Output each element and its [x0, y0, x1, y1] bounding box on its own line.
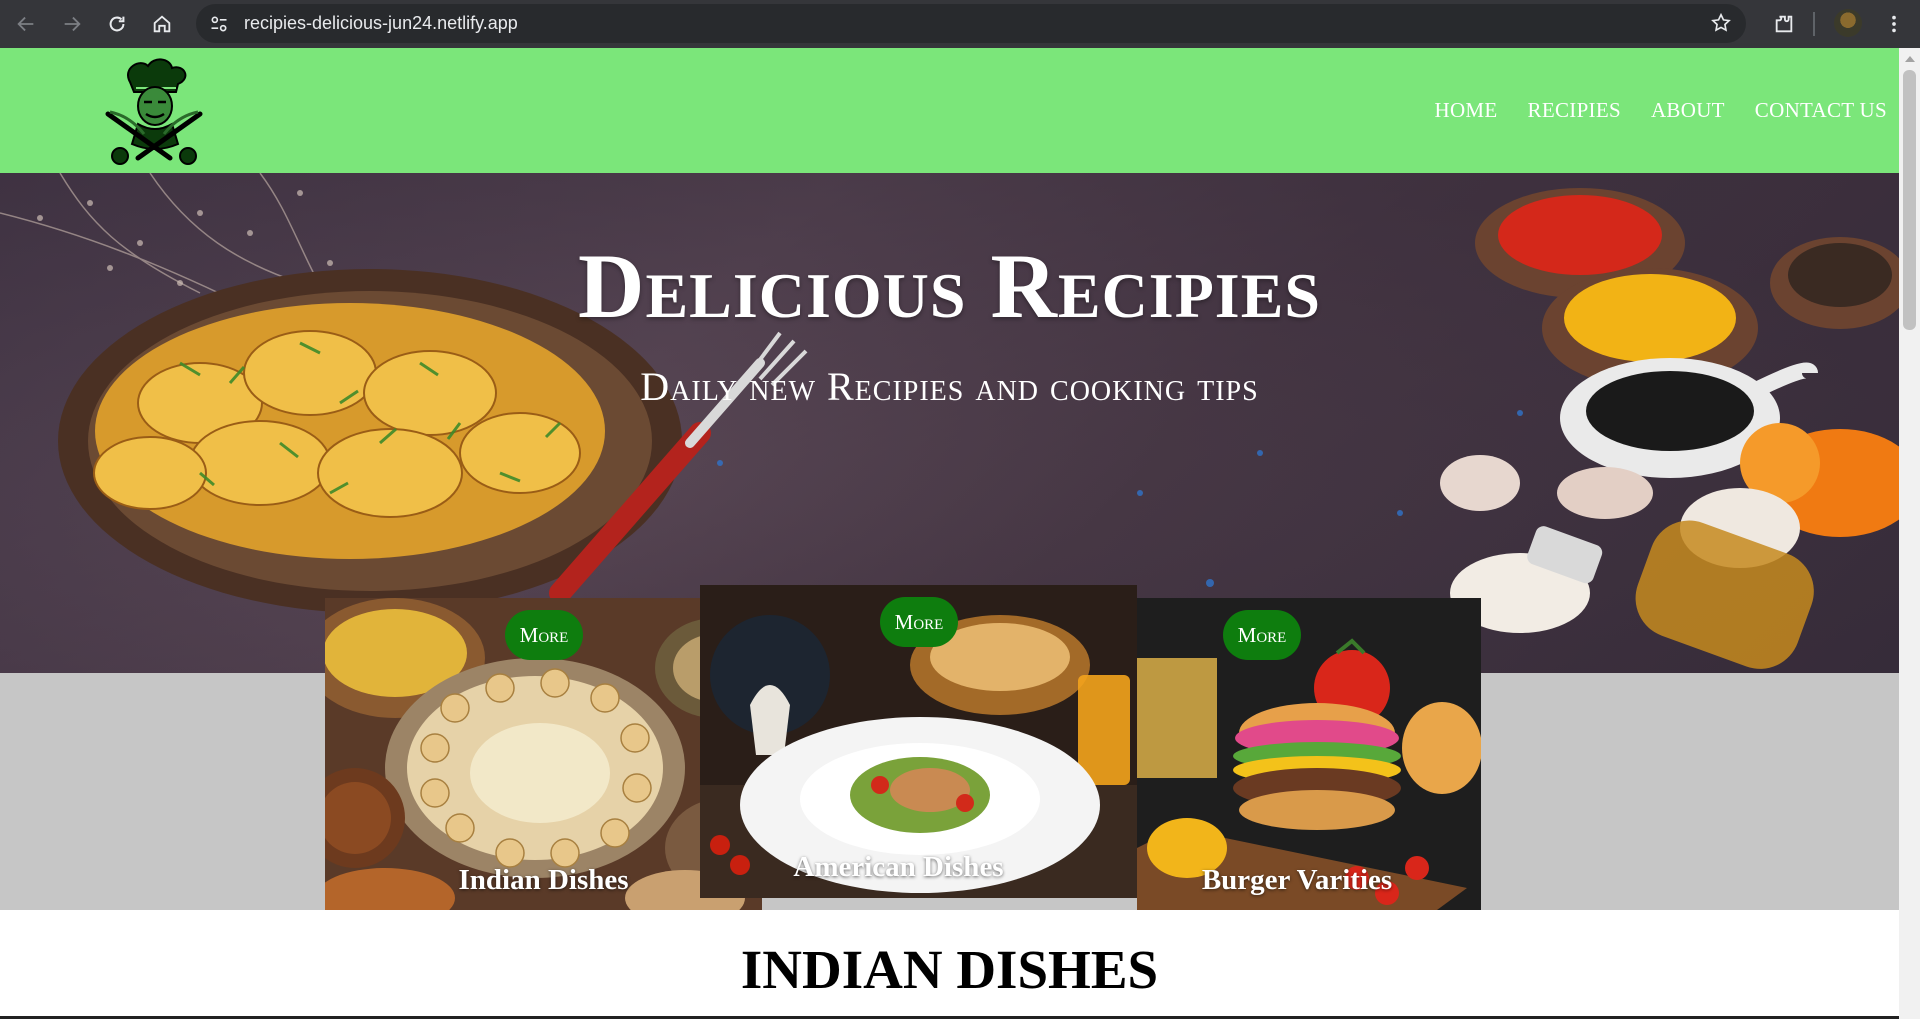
site-info-icon[interactable]: [208, 13, 230, 35]
card-indian-dishes[interactable]: More Indian Dishes: [325, 598, 762, 910]
home-icon[interactable]: [144, 6, 180, 42]
chef-logo[interactable]: [100, 54, 205, 168]
hero-title: Delicious Recipies: [578, 235, 1321, 337]
card-label-american: American Dishes: [793, 851, 1004, 883]
indian-dishes-section: INDIAN DISHES: [0, 910, 1899, 1019]
main-nav: HOME RECIPIES ABOUT CONTACT US: [1435, 98, 1888, 123]
section-title: INDIAN DISHES: [740, 939, 1159, 1000]
address-bar[interactable]: recipies-delicious-jun24.netlify.app: [196, 4, 1746, 43]
nav-about[interactable]: ABOUT: [1651, 98, 1725, 123]
site-header: HOME RECIPIES ABOUT CONTACT US: [0, 48, 1899, 173]
nav-home[interactable]: HOME: [1435, 98, 1498, 123]
profile-avatar[interactable]: [1834, 9, 1862, 37]
nav-contact-us[interactable]: CONTACT US: [1755, 98, 1887, 123]
extensions-icon[interactable]: [1766, 6, 1802, 42]
forward-icon[interactable]: [54, 6, 90, 42]
more-button-american[interactable]: More: [880, 597, 958, 647]
card-label-burger: Burger Varities: [1201, 864, 1393, 896]
reload-icon[interactable]: [99, 6, 135, 42]
card-american-dishes[interactable]: More American Dishes: [700, 585, 1137, 898]
url-text: recipies-delicious-jun24.netlify.app: [244, 13, 518, 33]
card-label-indian: Indian Dishes: [458, 864, 629, 896]
menu-icon[interactable]: [1876, 6, 1912, 42]
scrollbar-thumb[interactable]: [1903, 70, 1916, 330]
more-button-burger[interactable]: More: [1223, 610, 1301, 660]
star-icon[interactable]: [1710, 12, 1732, 34]
scroll-up-arrow[interactable]: [1905, 56, 1915, 62]
toolbar-divider: [1813, 12, 1815, 36]
back-icon[interactable]: [8, 6, 44, 42]
nav-recipies[interactable]: RECIPIES: [1528, 98, 1621, 123]
hero-subtitle: Daily new Recipies and cooking tips: [640, 364, 1259, 409]
browser-toolbar: recipies-delicious-jun24.netlify.app: [0, 0, 1920, 48]
card-burger-varities[interactable]: More Burger Varities: [1137, 598, 1481, 910]
more-button-indian[interactable]: More: [505, 610, 583, 660]
page-scrollbar[interactable]: [1899, 48, 1920, 1019]
